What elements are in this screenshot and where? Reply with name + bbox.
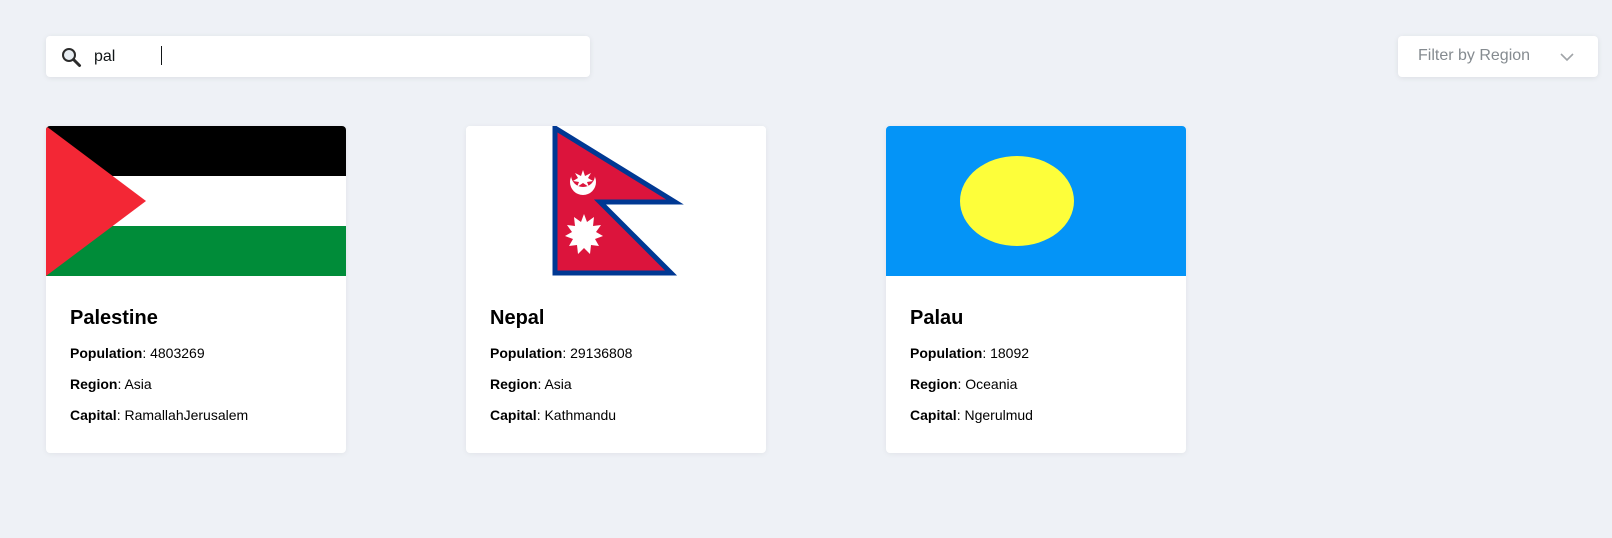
population-value: 29136808: [570, 345, 633, 361]
capital-label: Capital: [910, 407, 957, 423]
capital-label: Capital: [490, 407, 537, 423]
region-label: Region: [910, 376, 958, 392]
region-filter-label: Filter by Region: [1418, 47, 1531, 64]
population-label: Population: [490, 345, 563, 361]
region-value: Asia: [124, 376, 152, 392]
region-row: Region: Oceania: [910, 376, 1017, 392]
country-name: Palestine: [70, 307, 158, 329]
search-box[interactable]: [46, 36, 590, 77]
population-row: Population: 29136808: [490, 345, 632, 361]
text-caret: [161, 46, 162, 65]
palestine-flag-image: [46, 126, 346, 276]
label-separator: :: [562, 345, 571, 361]
region-label: Region: [70, 376, 118, 392]
capital-row: Capital: Ngerulmud: [910, 407, 1033, 423]
country-card-nepal[interactable]: Nepal Population: 29136808 Region: Asia …: [466, 126, 766, 453]
label-separator: :: [982, 345, 991, 361]
capital-label: Capital: [70, 407, 117, 423]
region-value: Asia: [544, 376, 572, 392]
population-row: Population: 18092: [910, 345, 1029, 361]
population-label: Population: [910, 345, 983, 361]
region-label: Region: [490, 376, 538, 392]
capital-value: Kathmandu: [544, 407, 617, 423]
population-value: 4803269: [150, 345, 205, 361]
capital-row: Capital: RamallahJerusalem: [70, 407, 248, 423]
region-value: Oceania: [965, 376, 1018, 392]
region-row: Region: Asia: [490, 376, 572, 392]
population-value: 18092: [990, 345, 1030, 361]
search-input[interactable]: [94, 36, 574, 77]
population-row: Population: 4803269: [70, 345, 205, 361]
chevron-down-icon: [1560, 50, 1574, 62]
country-name: Nepal: [490, 307, 545, 329]
country-name: Palau: [910, 307, 964, 329]
region-row: Region: Asia: [70, 376, 152, 392]
country-card-palestine[interactable]: Palestine Population: 4803269 Region: As…: [46, 126, 346, 453]
label-separator: :: [142, 345, 151, 361]
capital-value: RamallahJerusalem: [124, 407, 249, 423]
search-icon: [60, 46, 82, 68]
country-card-palau[interactable]: Palau Population: 18092 Region: Oceania …: [886, 126, 1186, 453]
palau-flag-image: [886, 126, 1186, 276]
capital-value: Ngerulmud: [964, 407, 1033, 423]
nepal-flag-image: [466, 126, 766, 276]
population-label: Population: [70, 345, 143, 361]
capital-row: Capital: Kathmandu: [490, 407, 616, 423]
region-filter-dropdown[interactable]: Filter by Region: [1398, 36, 1598, 77]
